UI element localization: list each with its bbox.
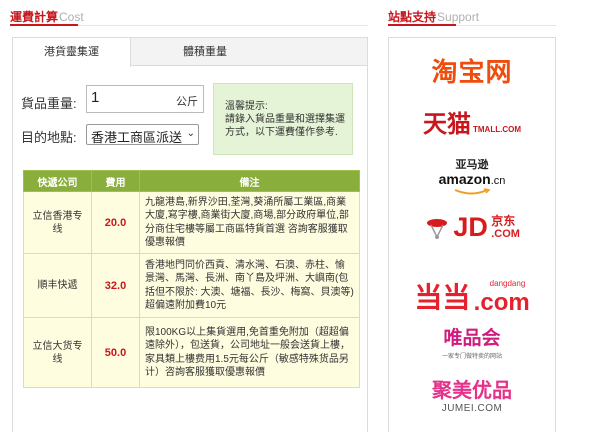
- jumei-logo-en: JUMEI.COM: [441, 403, 503, 414]
- header-fee: 費用: [91, 170, 140, 192]
- jd-logo[interactable]: JD 京东 .COM: [389, 212, 555, 243]
- dangdang-logo-text: dangdang .com: [473, 278, 530, 316]
- header-note: 備注: [139, 170, 360, 192]
- support-title-cn: 站點支持: [388, 10, 437, 24]
- tip-box: 溫馨提示: 請錄入貨品重量和選擇集運 方式，以下運費僅作參考.: [213, 83, 353, 155]
- rates-table: 快遞公司 費用 備注 立信香港专线 20.0 九龍港島,新界沙田,荃灣,葵涌所屬…: [23, 170, 360, 388]
- jd-logo-text: 京东 .COM: [491, 213, 520, 240]
- row-note: 限100KG以上集貨選用,免首重免附加（超超偏遠除外），包送貨，公司地址一般会送…: [139, 317, 360, 388]
- row-company: 立信香港专线: [23, 191, 92, 254]
- table-row: 順丰快遞 32.0 香港地門同价西貢、清水灣、石澳、赤柱、愉景灣、馬灣、長洲、南…: [23, 253, 360, 318]
- jd-logo-mark: JD: [453, 212, 488, 242]
- jumei-logo-cn: 聚美优品: [432, 380, 512, 402]
- weight-unit: 公斤: [176, 96, 198, 108]
- cost-section-title: 運費計算Cost: [10, 8, 84, 25]
- row-fee: 32.0: [91, 253, 140, 318]
- row-note: 香港地門同价西貢、清水灣、石澳、赤柱、愉景灣、馬灣、長洲、南丫島及坪洲、大嶼南(…: [139, 253, 360, 318]
- vip-logo[interactable]: 唯品会 一家专门做特卖的网站: [389, 328, 555, 366]
- vip-logo-cn: 唯品会: [443, 328, 501, 349]
- weight-label: 貨品重量:: [21, 96, 77, 111]
- vip-logo-sub: 一家专门做特卖的网站: [441, 354, 502, 360]
- dangdang-logo-mark: 当当: [414, 282, 471, 313]
- header-company: 快遞公司: [23, 170, 92, 192]
- tmall-logo-cn: 天猫: [423, 111, 471, 138]
- tab-consolidation[interactable]: 港貨靈集運: [13, 38, 131, 67]
- row-company: 順丰快遞: [23, 253, 92, 318]
- weight-input[interactable]: 1 公斤: [86, 85, 204, 113]
- amazon-smile-icon: [454, 188, 491, 195]
- destination-select[interactable]: 香港工商區派送 ⌄: [86, 124, 199, 145]
- cost-title-cn: 運費計算: [10, 10, 59, 24]
- cost-title-underline: [10, 24, 368, 26]
- chevron-down-icon: ⌄: [186, 128, 195, 139]
- dangdang-logo[interactable]: 当当 dangdang .com: [389, 276, 555, 316]
- destination-value: 香港工商區派送: [91, 130, 183, 145]
- amazon-logo-cn: 亚马逊: [455, 159, 489, 171]
- tab-volume-weight[interactable]: 體積重量: [131, 38, 279, 66]
- tip-line-1: 請錄入貨品重量和選擇集運: [225, 114, 345, 125]
- row-fee: 20.0: [91, 191, 140, 254]
- taobao-logo[interactable]: 淘宝网: [389, 52, 555, 89]
- jd-dog-icon: [427, 218, 448, 239]
- jumei-logo[interactable]: 聚美优品 JUMEI.COM: [389, 380, 555, 418]
- row-company: 立信大货专线: [23, 317, 92, 388]
- supported-sites-panel: 淘宝网 天猫 TMALL.COM 亚马逊 amazon.cn JD 京东 .COM…: [388, 37, 556, 432]
- tmall-logo[interactable]: 天猫 TMALL.COM: [389, 104, 555, 139]
- weight-value: 1: [91, 89, 100, 106]
- tip-line-2: 方式，以下運費僅作參考.: [225, 127, 338, 138]
- shipping-calculator: 港貨靈集運 體積重量 貨品重量: 1 公斤 目的地點: 香港工商區派送 ⌄ 溫馨…: [12, 37, 368, 432]
- support-title-underline: [388, 24, 556, 26]
- table-row: 立信大货专线 50.0 限100KG以上集貨選用,免首重免附加（超超偏遠除外），…: [23, 317, 360, 388]
- support-section-title: 站點支持Support: [388, 8, 479, 25]
- table-row: 立信香港专线 20.0 九龍港島,新界沙田,荃灣,葵涌所屬工業區,商業大廈,寫字…: [23, 191, 360, 254]
- destination-label: 目的地點:: [21, 130, 77, 145]
- amazon-logo[interactable]: 亚马逊 amazon.cn: [389, 158, 555, 196]
- cost-title-en: Cost: [59, 10, 84, 24]
- tmall-logo-en: TMALL.COM: [473, 125, 521, 134]
- row-fee: 50.0: [91, 317, 140, 388]
- tip-title: 溫馨提示:: [225, 101, 268, 112]
- table-header-row: 快遞公司 費用 備注: [23, 170, 360, 192]
- amazon-logo-en: amazon.cn: [438, 171, 506, 187]
- row-note: 九龍港島,新界沙田,荃灣,葵涌所屬工業區,商業大廈,寫字樓,商業街大廈,商場,部…: [139, 191, 360, 254]
- support-title-en: Support: [437, 10, 480, 24]
- calculator-tabs: 港貨靈集運 體積重量: [13, 38, 367, 67]
